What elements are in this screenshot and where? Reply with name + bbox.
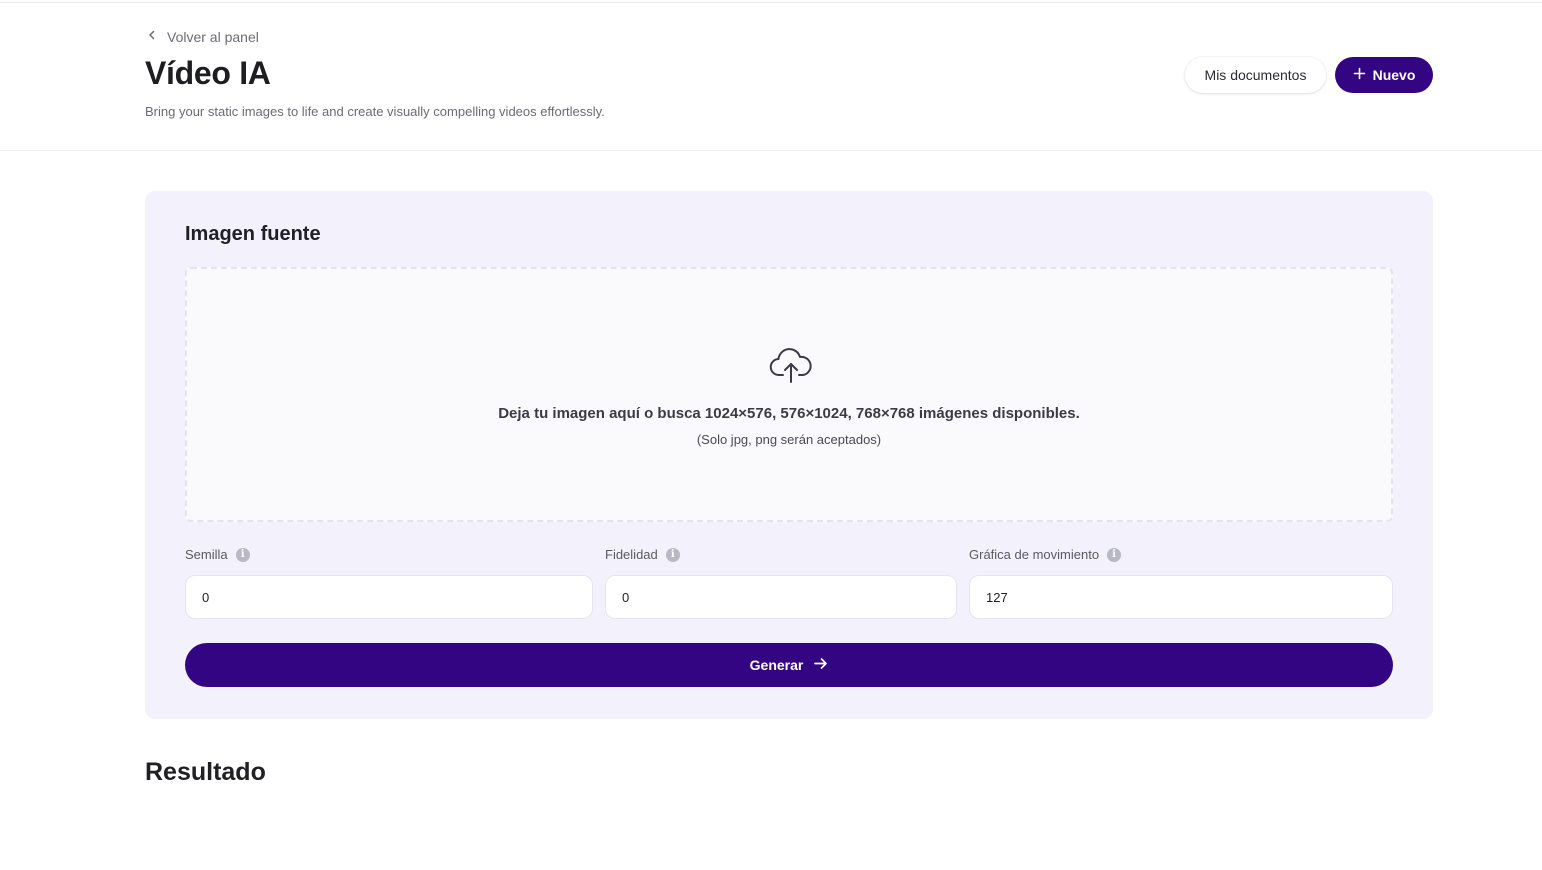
result-title: Resultado — [145, 758, 266, 786]
fidelity-label: Fidelidad i — [605, 547, 680, 562]
plus-icon — [1353, 67, 1366, 83]
info-icon[interactable]: i — [235, 547, 250, 562]
info-icon[interactable]: i — [1107, 547, 1122, 562]
motion-bucket-label: Gráfica de movimiento i — [969, 547, 1122, 562]
dropzone-file-types: (Solo jpg, png serán aceptados) — [696, 432, 882, 447]
source-image-card: Imagen fuente Deja tu imagen aquí o busc… — [145, 191, 1433, 719]
generate-button-label: Generar — [749, 657, 804, 673]
dropzone-instructions: Deja tu imagen aquí o busca 1024×576, 57… — [498, 405, 1080, 422]
seed-input[interactable] — [185, 575, 593, 619]
fidelity-label-text: Fidelidad — [605, 547, 658, 562]
page-title: Vídeo IA — [145, 55, 271, 91]
arrow-right-icon — [813, 656, 828, 674]
motion-bucket-input[interactable] — [969, 575, 1393, 619]
cloud-upload-icon — [769, 347, 813, 385]
new-button[interactable]: Nuevo — [1335, 57, 1433, 93]
new-button-label: Nuevo — [1372, 67, 1416, 83]
page-subtitle: Bring your static images to life and cre… — [145, 104, 605, 119]
my-documents-label: Mis documentos — [1204, 67, 1307, 83]
motion-bucket-label-text: Gráfica de movimiento — [969, 547, 1100, 562]
my-documents-button[interactable]: Mis documentos — [1185, 57, 1326, 93]
info-icon[interactable]: i — [665, 547, 680, 562]
seed-label-text: Semilla — [185, 547, 228, 562]
source-image-title: Imagen fuente — [185, 223, 321, 245]
generate-button[interactable]: Generar — [185, 643, 1393, 687]
seed-label: Semilla i — [185, 547, 250, 562]
chevron-left-icon — [145, 28, 159, 45]
back-link-label: Volver al panel — [167, 28, 259, 45]
image-dropzone[interactable]: Deja tu imagen aquí o busca 1024×576, 57… — [185, 267, 1393, 522]
back-to-panel-link[interactable]: Volver al panel — [145, 28, 259, 45]
page-header: Volver al panel Vídeo IA Bring your stat… — [0, 0, 1542, 151]
fidelity-input[interactable] — [605, 575, 957, 619]
